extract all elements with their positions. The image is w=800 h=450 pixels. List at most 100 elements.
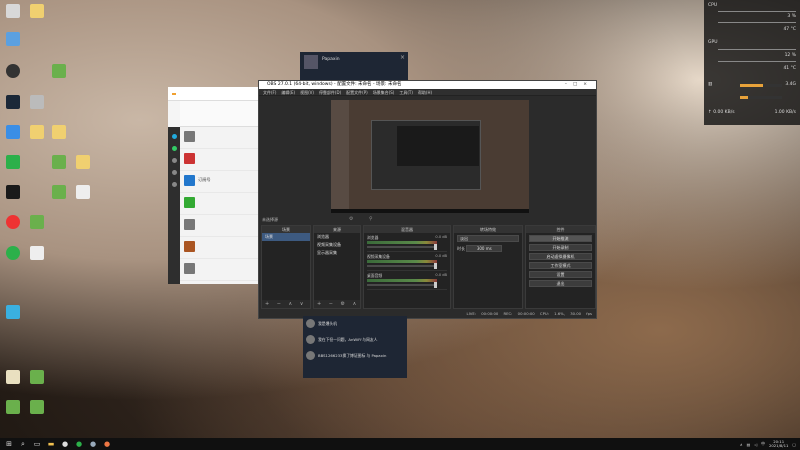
obs-window[interactable]: OBS 27.0.1 (64-bit, windows) - 配置文件: 未命名… bbox=[258, 80, 597, 319]
list-item[interactable] bbox=[180, 149, 260, 171]
task-view-icon[interactable]: ▭ bbox=[32, 440, 42, 449]
desktop-icon[interactable] bbox=[46, 185, 72, 201]
notification-panel[interactable]: 我是爆头机 我在下但一问题，AnWiFi‘与网友人 BBS1266233换了博证… bbox=[303, 316, 407, 378]
menubar: 文件(F) 编辑(E) 视图(V) 停靠部件(D) 配置文件(P) 场景集合(S… bbox=[259, 89, 596, 96]
menu-docks[interactable]: 停靠部件(D) bbox=[319, 89, 341, 95]
desktop-icon[interactable] bbox=[0, 125, 26, 141]
chat-icon[interactable] bbox=[171, 146, 177, 151]
windows-logo-icon[interactable]: ⊞ bbox=[4, 440, 14, 449]
desktop-icon[interactable] bbox=[0, 95, 26, 111]
desktop-icon[interactable] bbox=[0, 4, 26, 20]
transition-select[interactable]: 淡出 bbox=[457, 235, 519, 242]
volume-slider[interactable] bbox=[367, 282, 437, 288]
volume-icon[interactable]: ◁ bbox=[754, 442, 757, 447]
obs-preview[interactable] bbox=[331, 100, 529, 213]
wechat-icon[interactable]: ● bbox=[74, 440, 84, 449]
desktop-icon[interactable] bbox=[0, 305, 26, 321]
steam-popup[interactable]: Papaxin × bbox=[300, 52, 408, 80]
file-explorer-icon[interactable]: ▬ bbox=[46, 440, 56, 449]
menu-scene-collection[interactable]: 场景集合(S) bbox=[373, 89, 395, 95]
list-item[interactable] bbox=[180, 237, 260, 259]
start-streaming-button[interactable]: 开始推流 bbox=[529, 235, 592, 242]
clock[interactable]: 20:11 2021/8/11 bbox=[769, 439, 788, 449]
gpu-temp: 41 °C bbox=[783, 66, 796, 71]
obs-icon[interactable]: ● bbox=[60, 440, 70, 449]
list-item[interactable] bbox=[180, 193, 260, 215]
avatar[interactable] bbox=[171, 134, 177, 139]
menu-file[interactable]: 文件(F) bbox=[263, 89, 276, 95]
desktop-icon[interactable] bbox=[0, 400, 26, 416]
chat-menu-item[interactable] bbox=[172, 92, 176, 95]
notification-icon[interactable]: ▢ bbox=[792, 442, 796, 447]
desktop-icon[interactable] bbox=[24, 370, 50, 386]
folder-icon[interactable] bbox=[171, 170, 177, 175]
menu-edit[interactable]: 编辑(E) bbox=[281, 89, 295, 95]
studio-mode-button[interactable]: 工作室模式 bbox=[529, 262, 592, 269]
minimize-icon[interactable]: – bbox=[565, 82, 573, 87]
menu-view[interactable]: 视图(V) bbox=[300, 89, 314, 95]
desktop-icon[interactable] bbox=[0, 246, 26, 262]
filter-icon[interactable]: ⚲ bbox=[369, 216, 373, 222]
desktop-icon[interactable] bbox=[24, 4, 50, 20]
notification-row[interactable]: BBS1266233换了博证图标 与 Papaxin bbox=[303, 348, 407, 364]
scene-controls[interactable]: + − ∧ ∨ bbox=[262, 300, 310, 308]
window-titlebar[interactable]: OBS 27.0.1 (64-bit, windows) - 配置文件: 未命名… bbox=[259, 81, 596, 89]
list-item[interactable] bbox=[180, 215, 260, 237]
list-item[interactable] bbox=[180, 259, 260, 281]
contacts-icon[interactable] bbox=[171, 158, 177, 163]
menu-tools[interactable]: 工具(T) bbox=[399, 89, 413, 95]
desktop-icon[interactable] bbox=[0, 215, 26, 231]
notification-row[interactable]: 我在下但一问题，AnWiFi‘与网友人 bbox=[303, 332, 407, 348]
close-icon[interactable]: × bbox=[400, 54, 405, 61]
desktop-icon[interactable] bbox=[0, 32, 26, 48]
notification-row[interactable]: 我是爆头机 bbox=[303, 316, 407, 332]
menu-help[interactable]: 帮助(H) bbox=[418, 89, 432, 95]
source-item[interactable]: 浏览器 bbox=[314, 233, 360, 241]
desktop-icon[interactable] bbox=[46, 125, 72, 141]
menu-profile[interactable]: 配置文件(P) bbox=[346, 89, 368, 95]
gpu-label: GPU bbox=[708, 40, 718, 45]
scenes-dock: 场景 场景 + − ∧ ∨ bbox=[261, 225, 311, 309]
virtual-camera-button[interactable]: 启动虚拟摄像机 bbox=[529, 253, 592, 260]
volume-slider[interactable] bbox=[367, 244, 437, 250]
gear-icon[interactable]: ⚙ bbox=[349, 216, 353, 222]
desktop-icon[interactable] bbox=[70, 155, 96, 171]
scene-item[interactable]: 场景 bbox=[262, 233, 310, 241]
chrome-icon[interactable]: ● bbox=[102, 440, 112, 449]
steam-icon[interactable]: ● bbox=[88, 440, 98, 449]
desktop-icon[interactable] bbox=[70, 185, 96, 201]
mixer-channel[interactable]: 桌面音频 0.0 dB bbox=[367, 273, 447, 290]
maximize-icon[interactable]: □ bbox=[573, 82, 583, 87]
desktop-icon[interactable] bbox=[24, 95, 50, 111]
volume-slider[interactable] bbox=[367, 263, 437, 269]
list-item[interactable]: 订阅号 bbox=[180, 171, 260, 193]
desktop-icon[interactable] bbox=[24, 246, 50, 262]
cpu-label: CPU bbox=[708, 3, 718, 8]
source-controls[interactable]: + − ⚙ ∧ ∨ bbox=[314, 300, 360, 315]
source-item[interactable]: 显示器采集 bbox=[314, 249, 360, 257]
settings-button[interactable]: 设置 bbox=[529, 271, 592, 278]
star-icon[interactable] bbox=[171, 182, 177, 187]
desktop-icon[interactable] bbox=[46, 64, 72, 80]
exit-button[interactable]: 退出 bbox=[529, 280, 592, 287]
mixer-channel[interactable]: 视频采集设备 0.0 dB bbox=[367, 254, 447, 271]
duration-input[interactable]: 300 ms bbox=[466, 245, 503, 252]
desktop-icon[interactable] bbox=[0, 155, 26, 171]
source-item[interactable]: 视频采集设备 bbox=[314, 241, 360, 249]
desktop-icon[interactable] bbox=[0, 64, 26, 80]
ime-icon[interactable]: 中 bbox=[761, 441, 765, 447]
mixer-channel[interactable]: 浏览器 0.0 dB bbox=[367, 235, 447, 252]
desktop-icon[interactable] bbox=[0, 185, 26, 201]
desktop-icon[interactable] bbox=[24, 215, 50, 231]
start-recording-button[interactable]: 开始录制 bbox=[529, 244, 592, 251]
desktop-icon[interactable] bbox=[0, 370, 26, 386]
chevron-up-icon[interactable]: ∧ bbox=[740, 442, 743, 447]
desktop-icon[interactable] bbox=[46, 155, 72, 171]
network-icon[interactable]: ▤ bbox=[747, 442, 751, 447]
list-item[interactable] bbox=[180, 127, 260, 149]
chat-window[interactable]: 订阅号 bbox=[168, 87, 260, 284]
nested-desktop-icons bbox=[331, 100, 349, 213]
close-icon[interactable]: × bbox=[583, 82, 593, 87]
desktop-icon[interactable] bbox=[24, 400, 50, 416]
search-icon[interactable]: ⌕ bbox=[18, 440, 28, 449]
